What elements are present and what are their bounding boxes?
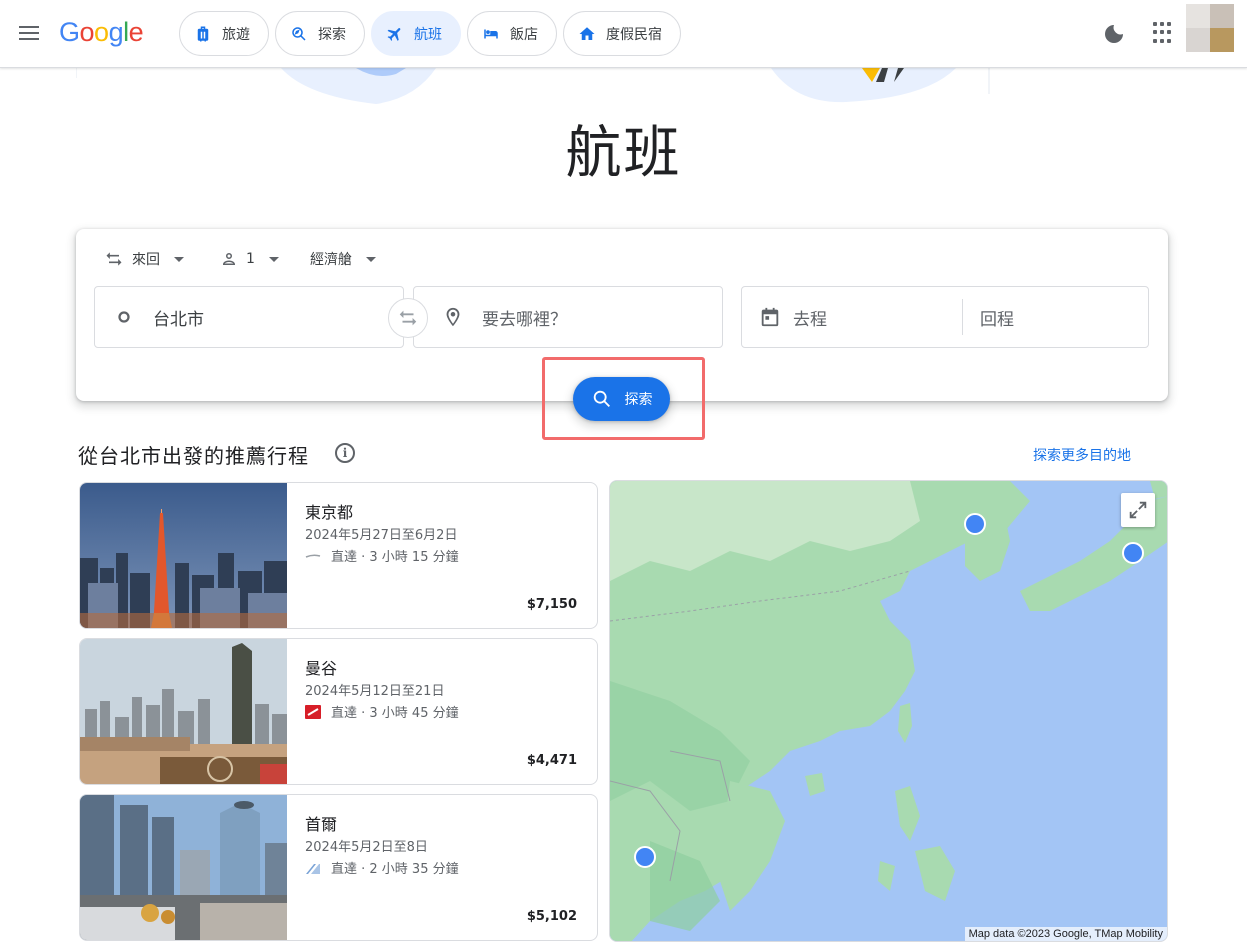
trip-type-select[interactable]: 來回 bbox=[104, 248, 184, 270]
depart-date-placeholder[interactable]: 去程 bbox=[793, 305, 827, 330]
chevron-down-icon bbox=[268, 256, 279, 262]
price: $4,471 bbox=[526, 753, 577, 768]
destination-card-tokyo[interactable]: 東京都 2024年5月27日至6月2日 直達 · 3 小時 15 分鐘 $7,1… bbox=[79, 482, 598, 629]
price: $5,102 bbox=[526, 909, 577, 924]
airplane-icon bbox=[387, 27, 401, 41]
nav-chip-label: 飯店 bbox=[510, 26, 538, 43]
cabin-class-select[interactable]: 經濟艙 bbox=[310, 248, 376, 270]
nav-chip-label: 航班 bbox=[414, 26, 442, 43]
trip-dates: 2024年5月27日至6月2日 bbox=[305, 528, 458, 543]
nav-chip-flights[interactable]: 航班 bbox=[371, 11, 461, 56]
origin-value: 台北市 bbox=[153, 309, 204, 330]
chevron-down-icon bbox=[366, 256, 376, 262]
swap-icon bbox=[399, 310, 417, 326]
route-info: 直達 · 3 小時 45 分鐘 bbox=[305, 702, 459, 721]
search-button[interactable]: 探索 bbox=[573, 377, 670, 421]
map-canvas[interactable] bbox=[610, 481, 1168, 942]
route-text: 直達 · 3 小時 45 分鐘 bbox=[331, 706, 459, 721]
airline-logo-icon bbox=[305, 704, 321, 719]
explore-icon bbox=[292, 26, 306, 41]
date-divider bbox=[962, 299, 963, 335]
page-title: 航班 bbox=[565, 121, 682, 186]
destination-city: 東京都 bbox=[305, 503, 354, 522]
route-text: 直達 · 2 小時 35 分鐘 bbox=[331, 862, 459, 877]
chevron-down-icon bbox=[174, 256, 184, 262]
cabin-class-label: 經濟艙 bbox=[310, 252, 352, 268]
trip-type-label: 來回 bbox=[132, 252, 160, 268]
hero-illustration bbox=[76, 68, 990, 104]
destination-card-bangkok[interactable]: 曼谷 2024年5月12日至21日 直達 · 3 小時 45 分鐘 $4,471 bbox=[79, 638, 598, 785]
route-text: 直達 · 3 小時 15 分鐘 bbox=[331, 550, 459, 565]
flight-search-card: 來回 1 經濟艙 台北市 要去哪裡？ 去程 回程 探索 bbox=[76, 229, 1168, 421]
recommendations-title: 從台北市出發的推薦行程 bbox=[78, 444, 309, 468]
passenger-select[interactable]: 1 bbox=[220, 248, 279, 270]
location-pin-icon bbox=[446, 307, 460, 327]
map-attribution: Map data ©2023 Google, TMap Mobility bbox=[964, 927, 1167, 941]
info-icon[interactable]: i bbox=[335, 443, 355, 463]
tokyo-photo bbox=[80, 483, 287, 628]
account-avatar[interactable] bbox=[1186, 4, 1234, 52]
luggage-icon bbox=[197, 26, 209, 41]
nav-chip-vacation-rentals[interactable]: 度假民宿 bbox=[563, 11, 681, 56]
passenger-count: 1 bbox=[246, 251, 255, 267]
destination-card-seoul[interactable]: 首爾 2024年5月2日至8日 直達 · 2 小時 35 分鐘 $5,102 bbox=[79, 794, 598, 941]
main-menu-button[interactable] bbox=[14, 20, 44, 46]
product-nav: 旅遊 探索 航班 飯店 度假民宿 bbox=[179, 11, 681, 56]
map-pin-tokyo[interactable] bbox=[1122, 542, 1144, 564]
nav-chip-label: 旅遊 bbox=[222, 26, 250, 43]
nav-chip-travel[interactable]: 旅遊 bbox=[179, 11, 269, 56]
route-info: 直達 · 2 小時 35 分鐘 bbox=[305, 858, 459, 877]
price: $7,150 bbox=[526, 597, 577, 612]
destinations-map[interactable]: Map data ©2023 Google, TMap Mobility bbox=[609, 480, 1168, 942]
nav-chip-explore[interactable]: 探索 bbox=[275, 11, 365, 56]
route-info: 直達 · 3 小時 15 分鐘 bbox=[305, 546, 459, 565]
google-logo[interactable]: Google bbox=[59, 17, 144, 48]
search-button-label: 探索 bbox=[624, 392, 653, 408]
swap-arrows-icon bbox=[106, 252, 122, 266]
map-pin-seoul[interactable] bbox=[964, 513, 986, 535]
house-icon bbox=[579, 26, 595, 40]
airline-logo-icon bbox=[305, 553, 321, 558]
origin-field[interactable]: 台北市 bbox=[94, 286, 404, 348]
bed-icon bbox=[484, 29, 498, 38]
destination-city: 曼谷 bbox=[305, 659, 338, 678]
calendar-icon bbox=[761, 307, 779, 327]
nav-chip-label: 度假民宿 bbox=[606, 26, 662, 43]
nav-chip-hotels[interactable]: 飯店 bbox=[467, 11, 557, 56]
apps-grid-icon[interactable] bbox=[1153, 22, 1175, 44]
expand-icon bbox=[1129, 501, 1147, 519]
search-icon bbox=[593, 390, 610, 407]
trip-dates: 2024年5月2日至8日 bbox=[305, 840, 428, 855]
trip-dates: 2024年5月12日至21日 bbox=[305, 684, 445, 699]
swap-origin-destination-button[interactable] bbox=[388, 298, 428, 338]
person-icon bbox=[223, 253, 235, 265]
moon-icon[interactable] bbox=[1102, 22, 1126, 46]
seoul-photo bbox=[80, 795, 287, 940]
menu-icon bbox=[19, 26, 39, 28]
return-date-placeholder[interactable]: 回程 bbox=[980, 305, 1014, 330]
destination-field[interactable]: 要去哪裡？ bbox=[413, 286, 723, 348]
destination-placeholder: 要去哪裡？ bbox=[482, 309, 567, 330]
nav-chip-label: 探索 bbox=[318, 26, 346, 43]
map-pin-bangkok[interactable] bbox=[634, 846, 656, 868]
top-app-bar: Google 旅遊 探索 航班 飯店 度假民宿 bbox=[0, 0, 1247, 68]
origin-circle-icon bbox=[118, 311, 130, 323]
destination-city: 首爾 bbox=[305, 815, 338, 834]
expand-map-button[interactable] bbox=[1121, 493, 1155, 527]
explore-more-link[interactable]: 探索更多目的地 bbox=[1033, 445, 1131, 465]
airline-logo-icon bbox=[306, 863, 320, 874]
bangkok-photo bbox=[80, 639, 287, 784]
date-range-field[interactable]: 去程 回程 bbox=[741, 286, 1149, 348]
